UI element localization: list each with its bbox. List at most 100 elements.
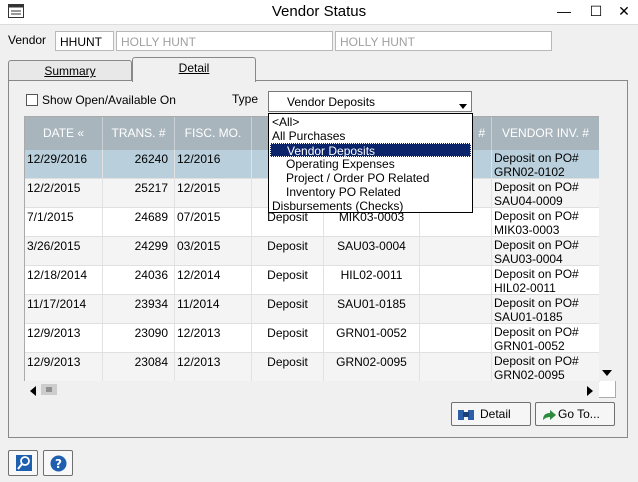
column-header-fisc[interactable]: FISC. MO. <box>175 117 252 150</box>
vendor-inv-line2: HIL02-0011 <box>494 281 556 295</box>
cell-number <box>420 353 492 382</box>
table-row[interactable]: 12/18/2014 24036 12/2014 Deposit HIL02-0011 D… <box>25 266 600 295</box>
tab-summary-label: Summary <box>44 64 96 78</box>
search-button[interactable] <box>8 450 38 476</box>
cell-vendor-inv: Deposit on PO# GRN02-0095 <box>492 353 600 382</box>
vendor-inv-line2: SAU03-0004 <box>494 252 563 266</box>
help-icon: ? <box>50 455 67 475</box>
column-header-date[interactable]: DATE « <box>25 117 103 150</box>
vendor-inv-line2: SAU04-0009 <box>494 194 563 208</box>
type-option[interactable]: <All> <box>270 115 471 129</box>
cell-number <box>420 266 492 295</box>
table-row[interactable]: 12/9/2013 23090 12/2013 Deposit GRN01-0052 De… <box>25 324 600 353</box>
detail-button-label: Detail <box>480 407 511 421</box>
cell-trans: 24689 <box>103 208 175 237</box>
cell-fisc-month: 12/2013 <box>175 324 252 353</box>
vendor-inv-line1: Deposit on PO# <box>494 238 579 252</box>
detail-button[interactable]: Detail <box>451 402 531 426</box>
type-dropdown-list: <All> All Purchases Vendor Deposits Operati… <box>268 113 473 213</box>
cell-date: 11/17/2014 <box>25 295 103 324</box>
table-row[interactable]: 11/17/2014 23934 11/2014 Deposit SAU01-0185 D… <box>25 295 600 324</box>
cell-date: 12/9/2013 <box>25 353 103 382</box>
column-header-trans[interactable]: TRANS. # <box>103 117 175 150</box>
cell-reference: GRN01-0052 <box>324 324 420 353</box>
cell-fisc-month: 07/2015 <box>175 208 252 237</box>
minimize-button[interactable]: — <box>549 0 579 24</box>
vendor-inv-line2: GRN02-0102 <box>494 165 565 179</box>
cell-date: 12/2/2015 <box>25 179 103 208</box>
chevron-down-icon <box>459 98 467 112</box>
cell-trans: 24299 <box>103 237 175 266</box>
vendor-name2-field: HOLLY HUNT <box>335 31 552 51</box>
type-option[interactable]: Vendor Deposits <box>270 143 471 158</box>
goto-button-label: Go To... <box>558 407 600 421</box>
cell-type: Deposit <box>252 237 324 266</box>
cell-fisc-month: 12/2016 <box>175 150 252 179</box>
cell-date: 12/9/2013 <box>25 324 103 353</box>
cell-trans: 24036 <box>103 266 175 295</box>
scroll-right-icon[interactable] <box>586 385 594 399</box>
cell-trans: 25217 <box>103 179 175 208</box>
type-select[interactable]: Vendor Deposits <box>268 91 472 112</box>
type-option[interactable]: Project / Order PO Related <box>270 171 471 185</box>
tab-detail-label: Detail <box>178 61 210 75</box>
maximize-button[interactable]: ☐ <box>581 0 611 24</box>
vendor-inv-line1: Deposit on PO# <box>494 325 579 339</box>
cell-vendor-inv: Deposit on PO# GRN01-0052 <box>492 324 600 353</box>
vendor-inv-line1: Deposit on PO# <box>494 151 579 165</box>
type-option[interactable]: All Purchases <box>270 129 471 143</box>
cell-number <box>420 324 492 353</box>
cell-type: Deposit <box>252 353 324 382</box>
vendor-inv-line1: Deposit on PO# <box>494 180 579 194</box>
vendor-inv-line1: Deposit on PO# <box>494 296 579 310</box>
horizontal-scrollbar[interactable] <box>24 381 599 398</box>
vendor-code-input[interactable]: HHUNT <box>55 31 114 51</box>
type-option[interactable]: Operating Expenses <box>270 157 471 171</box>
show-open-label: Show Open/Available On <box>42 93 176 107</box>
cell-trans: 23090 <box>103 324 175 353</box>
show-open-checkbox[interactable] <box>26 94 38 106</box>
vertical-scrollbar[interactable] <box>599 116 616 381</box>
cell-vendor-inv: Deposit on PO# SAU03-0004 <box>492 237 600 266</box>
cell-trans: 23084 <box>103 353 175 382</box>
tab-detail[interactable]: Detail <box>132 57 256 82</box>
cell-number <box>420 237 492 266</box>
table-row[interactable]: 12/9/2013 23084 12/2013 Deposit GRN02-0095 De… <box>25 353 600 382</box>
cell-vendor-inv: Deposit on PO# SAU01-0185 <box>492 295 600 324</box>
cell-fisc-month: 12/2015 <box>175 179 252 208</box>
detail-icon <box>458 407 474 429</box>
type-label: Type <box>232 92 259 106</box>
type-option[interactable]: Inventory PO Related <box>270 185 471 199</box>
cell-vendor-inv: Deposit on PO# SAU04-0009 <box>492 179 600 208</box>
vendor-inv-line1: Deposit on PO# <box>494 209 579 223</box>
vendor-name-field: HOLLY HUNT <box>116 31 333 51</box>
type-option[interactable]: Disbursements (Checks) <box>270 199 471 213</box>
cell-fisc-month: 12/2014 <box>175 266 252 295</box>
cell-date: 7/1/2015 <box>25 208 103 237</box>
table-row[interactable]: 3/26/2015 24299 03/2015 Deposit SAU03-0004 De… <box>25 237 600 266</box>
help-button[interactable]: ? <box>43 450 73 476</box>
goto-button[interactable]: Go To... <box>535 402 615 426</box>
horizontal-scroll-thumb[interactable] <box>41 384 57 395</box>
scroll-down-icon[interactable] <box>602 366 612 380</box>
column-header-vendor-inv[interactable]: VENDOR INV. # <box>492 117 600 150</box>
search-icon <box>16 455 32 474</box>
svg-text:?: ? <box>55 457 62 471</box>
cell-date: 12/29/2016 <box>25 150 103 179</box>
cell-reference: SAU03-0004 <box>324 237 420 266</box>
close-button[interactable]: ✕ <box>609 0 638 24</box>
vendor-inv-line2: MIK03-0003 <box>494 223 560 237</box>
vendor-inv-line2: SAU01-0185 <box>494 310 563 324</box>
vendor-inv-line1: Deposit on PO# <box>494 267 579 281</box>
cell-type: Deposit <box>252 324 324 353</box>
tab-summary[interactable]: Summary <box>8 60 132 82</box>
scroll-left-icon[interactable] <box>29 385 37 399</box>
cell-fisc-month: 11/2014 <box>175 295 252 324</box>
goto-arrow-icon <box>541 407 557 429</box>
vendor-inv-line2: GRN02-0095 <box>494 368 565 382</box>
cell-trans: 26240 <box>103 150 175 179</box>
cell-date: 3/26/2015 <box>25 237 103 266</box>
type-select-value: Vendor Deposits <box>287 95 376 109</box>
cell-type: Deposit <box>252 295 324 324</box>
vendor-label: Vendor <box>8 33 47 47</box>
